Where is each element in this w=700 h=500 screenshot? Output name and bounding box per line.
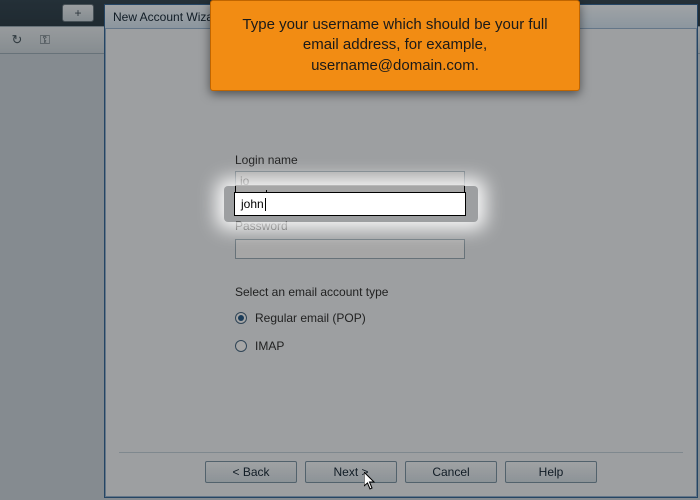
help-button[interactable]: Help bbox=[505, 461, 597, 483]
password-label: Password bbox=[235, 219, 627, 233]
mouse-pointer-icon bbox=[364, 472, 378, 490]
radio-imap[interactable]: IMAP bbox=[235, 339, 627, 353]
reload-icon[interactable]: ↻ bbox=[6, 30, 28, 50]
tooltip-text: Type your username which should be your … bbox=[242, 16, 547, 74]
wizard-body: Login name jo john Password Select an em… bbox=[105, 153, 697, 353]
cancel-button[interactable]: Cancel bbox=[405, 461, 497, 483]
radio-pop[interactable]: Regular email (POP) bbox=[235, 311, 627, 325]
button-bar: < Back Next > Cancel Help bbox=[105, 461, 697, 483]
key-icon[interactable]: ⚿ bbox=[34, 30, 56, 50]
next-button[interactable]: Next > bbox=[305, 461, 397, 483]
login-name-value: john bbox=[241, 197, 264, 211]
radio-button-icon bbox=[235, 340, 247, 352]
radio-imap-label: IMAP bbox=[255, 339, 284, 353]
account-type-label: Select an email account type bbox=[235, 285, 627, 299]
divider bbox=[119, 452, 683, 453]
text-cursor bbox=[265, 198, 266, 211]
radio-button-icon bbox=[235, 312, 247, 324]
back-button[interactable]: < Back bbox=[205, 461, 297, 483]
radio-pop-label: Regular email (POP) bbox=[255, 311, 366, 325]
plus-icon: + bbox=[74, 6, 81, 20]
instruction-tooltip: Type your username which should be your … bbox=[210, 0, 580, 91]
new-tab-button[interactable]: + bbox=[62, 4, 94, 22]
login-name-label: Login name bbox=[235, 153, 627, 167]
login-name-input-highlighted[interactable]: john bbox=[234, 192, 466, 216]
password-input[interactable] bbox=[235, 239, 465, 259]
